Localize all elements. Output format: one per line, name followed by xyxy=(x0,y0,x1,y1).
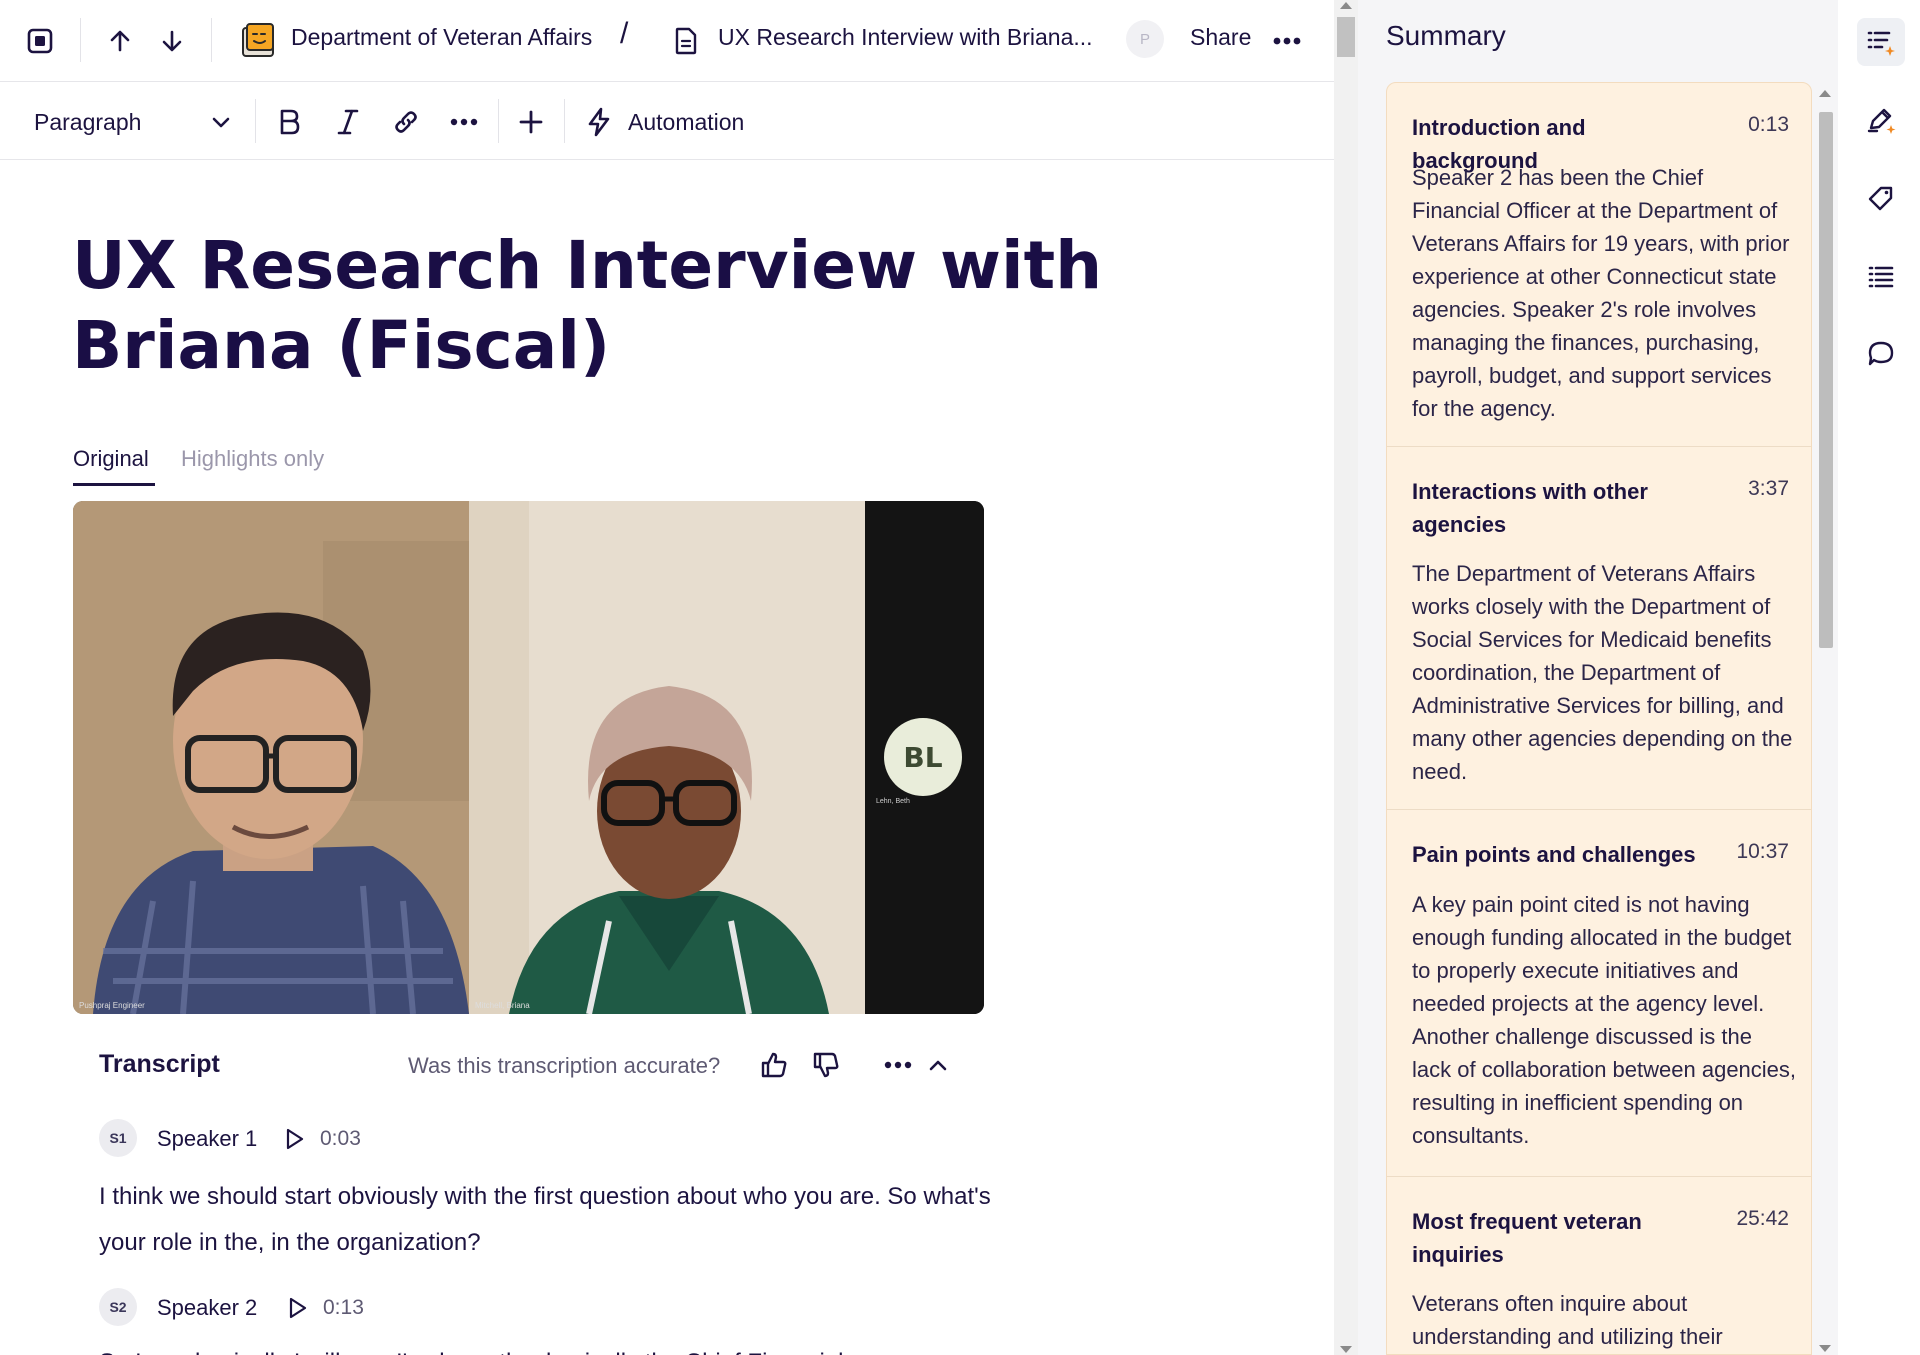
summary-section-heading: Pain points and challenges xyxy=(1412,842,1696,867)
participant-3-caption: Lehn, Beth xyxy=(876,798,910,805)
play-icon[interactable] xyxy=(285,1296,309,1320)
collapse-chevron-icon[interactable] xyxy=(920,1047,956,1083)
divider xyxy=(255,99,256,143)
divider xyxy=(498,99,499,143)
summary-scrollbar[interactable] xyxy=(1814,82,1838,1355)
transcript-more-icon[interactable] xyxy=(880,1047,916,1083)
video-player[interactable]: Pushpraj Engineer Mitchell, Briana xyxy=(73,501,984,1014)
summary-panel: Summary Introduction and background 0:13… xyxy=(1358,0,1838,1355)
summary-list-icon[interactable] xyxy=(1857,18,1905,66)
summary-section-timestamp[interactable]: 25:42 xyxy=(1736,1207,1789,1231)
share-button[interactable]: Share xyxy=(1190,20,1251,54)
right-rail xyxy=(1838,0,1920,1355)
transcript-heading: Transcript xyxy=(99,1050,220,1078)
scrollbar-thumb[interactable] xyxy=(1337,17,1355,57)
more-formatting-icon[interactable] xyxy=(443,97,485,147)
video-participant-1: Pushpraj Engineer xyxy=(73,501,469,1014)
summary-card: Introduction and background 0:13 Speaker… xyxy=(1386,82,1812,1355)
speaker-badge: S2 xyxy=(99,1288,137,1326)
summary-section[interactable]: Introduction and background 0:13 Speaker… xyxy=(1387,83,1811,447)
timestamp[interactable]: 0:13 xyxy=(323,1296,364,1320)
block-type-label: Paragraph xyxy=(34,108,142,135)
participant-2-caption: Mitchell, Briana xyxy=(475,1001,530,1010)
presence-avatar[interactable]: P xyxy=(1126,20,1164,58)
divider xyxy=(211,18,212,62)
comment-icon[interactable] xyxy=(1857,330,1905,378)
scrollbar-thumb[interactable] xyxy=(1819,112,1833,648)
arrow-up-icon[interactable] xyxy=(96,17,144,65)
speaker-name[interactable]: Speaker 1 xyxy=(157,1126,257,1152)
page-title[interactable]: UX Research Interview with Briana (Fisca… xyxy=(72,226,1172,386)
summary-section-body: Speaker 2 has been the Chief Financial O… xyxy=(1412,165,1790,421)
summary-section-timestamp[interactable]: 0:13 xyxy=(1748,113,1789,137)
automation-button[interactable]: Automation xyxy=(628,97,768,147)
summary-section[interactable]: Pain points and challenges 10:37 A key p… xyxy=(1387,810,1811,1177)
breadcrumb-workspace[interactable]: Department of Veteran Affairs xyxy=(291,20,592,54)
list-icon[interactable] xyxy=(1857,252,1905,300)
breadcrumb-document[interactable]: UX Research Interview with Briana... xyxy=(718,20,1093,54)
document-area: Department of Veteran Affairs / UX Resea… xyxy=(0,0,1334,1355)
participant-1-caption: Pushpraj Engineer xyxy=(79,1001,145,1010)
tag-icon[interactable] xyxy=(1857,174,1905,222)
thumbs-up-icon[interactable] xyxy=(756,1047,792,1083)
video-participant-2: Mitchell, Briana xyxy=(469,501,865,1014)
italic-icon[interactable] xyxy=(327,97,369,147)
scroll-up-arrow-icon[interactable] xyxy=(1340,2,1352,9)
scroll-up-arrow-icon[interactable] xyxy=(1819,90,1831,97)
link-icon[interactable] xyxy=(385,97,427,147)
top-bar: Department of Veteran Affairs / UX Resea… xyxy=(0,0,1334,82)
arrow-down-icon[interactable] xyxy=(148,17,196,65)
scroll-down-arrow-icon[interactable] xyxy=(1819,1345,1831,1352)
ai-highlight-icon[interactable] xyxy=(1857,96,1905,144)
participant-1-figure xyxy=(73,501,469,1014)
summary-section-body: A key pain point cited is not having eno… xyxy=(1412,892,1797,1148)
scroll-down-arrow-icon[interactable] xyxy=(1340,1346,1352,1353)
more-options-icon[interactable] xyxy=(1263,17,1311,65)
participant-3-avatar: BL xyxy=(884,718,962,796)
summary-section[interactable]: Interactions with other agencies 3:37 Th… xyxy=(1387,447,1811,810)
insert-plus-icon[interactable] xyxy=(510,97,552,147)
summary-title: Summary xyxy=(1386,20,1506,51)
document-icon xyxy=(662,17,710,65)
document-scrollbar[interactable] xyxy=(1334,0,1358,1355)
accuracy-question: Was this transcription accurate? xyxy=(408,1053,721,1078)
summary-section-heading: Interactions with other agencies xyxy=(1412,479,1648,537)
divider xyxy=(564,99,565,143)
workspace-logo-icon[interactable] xyxy=(234,15,284,65)
summary-section[interactable]: Most frequent veteran inquiries 25:42 Ve… xyxy=(1387,1177,1811,1354)
tab-original[interactable]: Original xyxy=(73,444,149,474)
active-tab-indicator xyxy=(73,483,155,486)
formatting-toolbar: Paragraph Automation xyxy=(0,83,1334,160)
summary-section-body: The Department of Veterans Affairs works… xyxy=(1412,561,1793,784)
timestamp[interactable]: 0:03 xyxy=(320,1127,361,1151)
play-icon[interactable] xyxy=(282,1127,306,1151)
breadcrumb-separator: / xyxy=(620,17,629,50)
tab-highlights-only[interactable]: Highlights only xyxy=(181,444,324,474)
automation-label: Automation xyxy=(628,108,745,135)
summary-section-body: Veterans often inquire about understandi… xyxy=(1412,1291,1723,1349)
divider xyxy=(80,18,81,62)
speaker-badge: S1 xyxy=(99,1119,137,1157)
summary-section-heading: Most frequent veteran inquiries xyxy=(1412,1209,1642,1267)
summary-section-timestamp[interactable]: 3:37 xyxy=(1748,477,1789,501)
summary-section-timestamp[interactable]: 10:37 xyxy=(1736,840,1789,864)
lightning-icon[interactable] xyxy=(578,97,620,147)
utterance-text[interactable]: So I am, basically I will say, I've been… xyxy=(99,1344,999,1355)
block-type-select[interactable]: Paragraph xyxy=(34,97,234,147)
bold-icon[interactable] xyxy=(268,97,310,147)
utterance-text[interactable]: I think we should start obviously with t… xyxy=(99,1174,999,1266)
speaker-name[interactable]: Speaker 2 xyxy=(157,1295,257,1321)
utterance-text-clipped: So I am, basically I will say, I've been… xyxy=(99,1344,999,1355)
participant-2-figure xyxy=(469,501,865,1014)
thumbs-down-icon[interactable] xyxy=(808,1047,844,1083)
sidebar-toggle-icon[interactable] xyxy=(16,17,64,65)
chevron-down-icon[interactable] xyxy=(206,97,236,147)
